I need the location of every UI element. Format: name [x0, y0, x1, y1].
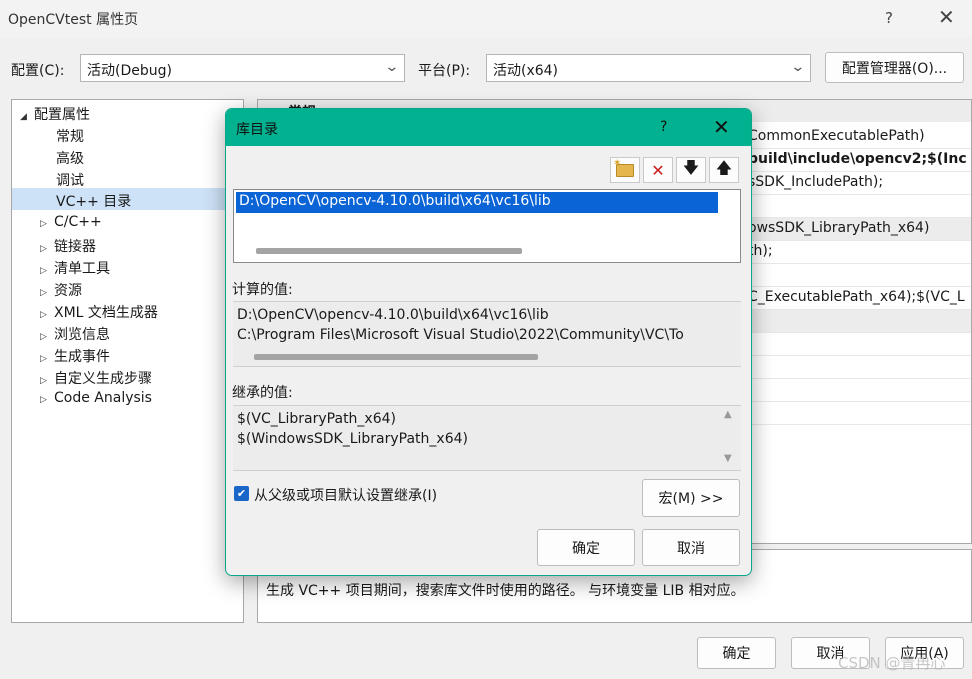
tree-item-custom-build[interactable]: ▷ 自定义生成步骤 [40, 368, 152, 388]
list-item[interactable]: D:\OpenCV\opencv-4.10.0\build\x64\vc16\l… [236, 192, 718, 213]
tree-item-label: VC++ 目录 [56, 194, 132, 210]
dialog-title: 库目录 [236, 122, 278, 138]
macros-button[interactable]: 宏(M) >> [642, 479, 740, 517]
grid-value: CommonExecutablePath) [748, 128, 925, 144]
config-label: 配置(C): [11, 63, 65, 79]
grid-value: sSDK_IncludePath); [748, 174, 884, 190]
move-up-button[interactable]: 🡅 [709, 157, 739, 183]
config-value: 活动(Debug) [87, 63, 172, 79]
dialog-close-button[interactable]: ✕ [713, 115, 730, 139]
tree-root-label: 配置属性 [34, 107, 90, 123]
tree-item-manifest-tool[interactable]: ▷ 清单工具 [40, 258, 110, 278]
watermark-text: CSDN @青冉心 [838, 654, 946, 672]
new-folder-icon: ✶ [613, 158, 634, 177]
tree-item-browse-info[interactable]: ▷ 浏览信息 [40, 324, 110, 344]
move-down-icon: 🡇 [682, 157, 700, 177]
collapsed-arrow-icon: ▷ [40, 219, 47, 229]
platform-select[interactable]: 活动(x64) ⌄ [486, 54, 811, 82]
tree-item-label: 生成事件 [54, 349, 110, 365]
new-folder-button[interactable]: ✶ [610, 157, 640, 183]
scroll-down-icon[interactable]: ▼ [724, 453, 732, 464]
directory-list[interactable]: D:\OpenCV\opencv-4.10.0\build\x64\vc16\l… [233, 189, 741, 263]
property-tree: ◢ 配置属性 常规 高级 调试 VC++ 目录 ▷ C/C++ ▷ 链接器 ▷ 清单工具… [11, 99, 244, 623]
inherited-label: 继承的值: [232, 385, 293, 401]
collapsed-arrow-icon: ▷ [40, 288, 47, 298]
evaluated-value: D:\OpenCV\opencv-4.10.0\build\x64\vc16\l… [237, 307, 549, 323]
config-select[interactable]: 活动(Debug) ⌄ [80, 54, 405, 82]
tree-item-label: 浏览信息 [54, 327, 110, 343]
inherited-value: $(WindowsSDK_LibraryPath_x64) [237, 431, 468, 447]
horizontal-scrollbar[interactable] [256, 248, 522, 254]
scroll-up-icon[interactable]: ▲ [724, 409, 732, 420]
dialog-title-bar: 库目录 ? ✕ [226, 109, 751, 146]
chevron-down-icon: ⌄ [384, 59, 400, 75]
tree-item-code-analysis[interactable]: ▷ Code Analysis [40, 390, 152, 406]
dialog-help-button[interactable]: ? [660, 119, 667, 135]
chevron-down-icon: ⌄ [790, 59, 806, 75]
library-directories-dialog: 库目录 ? ✕ ✶ ✕ 🡇 🡅 D:\OpenCV\opencv-4.10.0\… [225, 108, 752, 576]
check-icon: ✔ [236, 487, 247, 500]
window-title: OpenCVtest 属性页 [8, 12, 139, 28]
tree-item-debugging[interactable]: 调试 [56, 170, 84, 190]
evaluated-value: C:\Program Files\Microsoft Visual Studio… [237, 327, 684, 343]
collapsed-arrow-icon: ▷ [40, 332, 47, 342]
tree-item-cpp[interactable]: ▷ C/C++ [40, 214, 102, 230]
evaluated-label: 计算的值: [232, 282, 293, 298]
ok-button[interactable]: 确定 [697, 637, 776, 669]
expanded-arrow-icon: ◢ [20, 112, 27, 122]
tree-item-label: Code Analysis [54, 390, 152, 406]
tree-root[interactable]: ◢ 配置属性 [20, 104, 90, 124]
dialog-cancel-button[interactable]: 取消 [642, 529, 740, 566]
description-text: 生成 VC++ 项目期间，搜索库文件时使用的路径。 与环境变量 LIB 相对应。 [266, 583, 745, 599]
tree-item-xml-doc[interactable]: ▷ XML 文档生成器 [40, 302, 158, 322]
tree-item-resources[interactable]: ▷ 资源 [40, 280, 82, 300]
inherited-value: $(VC_LibraryPath_x64) [237, 411, 396, 427]
delete-icon: ✕ [651, 160, 665, 180]
tree-item-label: XML 文档生成器 [54, 305, 158, 321]
tree-item-advanced[interactable]: 高级 [56, 148, 84, 168]
close-button[interactable]: ✕ [938, 5, 955, 29]
delete-button[interactable]: ✕ [643, 157, 673, 183]
config-manager-button[interactable]: 配置管理器(O)... [825, 52, 964, 83]
platform-value: 活动(x64) [493, 63, 559, 79]
collapsed-arrow-icon: ▷ [40, 354, 47, 364]
tree-item-linker[interactable]: ▷ 链接器 [40, 236, 96, 256]
grid-value: build\include\opencv2;$(Inc [748, 151, 967, 167]
tree-item-label: 清单工具 [54, 261, 110, 277]
evaluated-values-box: D:\OpenCV\opencv-4.10.0\build\x64\vc16\l… [233, 301, 741, 367]
tree-item-label: 资源 [54, 283, 82, 299]
inherit-checkbox[interactable]: ✔ [234, 486, 249, 501]
title-bar: OpenCVtest 属性页 ? ✕ [0, 0, 972, 38]
tree-item-vc-directories[interactable]: VC++ 目录 [12, 188, 243, 210]
move-down-button[interactable]: 🡇 [676, 157, 706, 183]
tree-item-label: C/C++ [54, 214, 102, 230]
collapsed-arrow-icon: ▷ [40, 310, 47, 320]
tree-item-label: 链接器 [54, 239, 96, 255]
collapsed-arrow-icon: ▷ [40, 244, 47, 254]
dialog-ok-button[interactable]: 确定 [537, 529, 635, 566]
platform-label: 平台(P): [418, 63, 471, 79]
move-up-icon: 🡅 [715, 157, 733, 177]
inherited-values-box: $(VC_LibraryPath_x64) $(WindowsSDK_Libra… [233, 405, 741, 471]
inherit-checkbox-label: 从父级或项目默认设置继承(I) [254, 488, 438, 504]
tree-item-build-events[interactable]: ▷ 生成事件 [40, 346, 110, 366]
tree-item-label: 自定义生成步骤 [54, 371, 152, 387]
collapsed-arrow-icon: ▷ [40, 395, 47, 405]
grid-value: C_ExecutablePath_x64);$(VC_L [748, 289, 965, 305]
help-button[interactable]: ? [885, 9, 893, 27]
grid-value: owsSDK_LibraryPath_x64) [748, 220, 930, 236]
tree-item-general[interactable]: 常规 [56, 126, 84, 146]
collapsed-arrow-icon: ▷ [40, 266, 47, 276]
collapsed-arrow-icon: ▷ [40, 376, 47, 386]
horizontal-scrollbar[interactable] [254, 354, 538, 360]
